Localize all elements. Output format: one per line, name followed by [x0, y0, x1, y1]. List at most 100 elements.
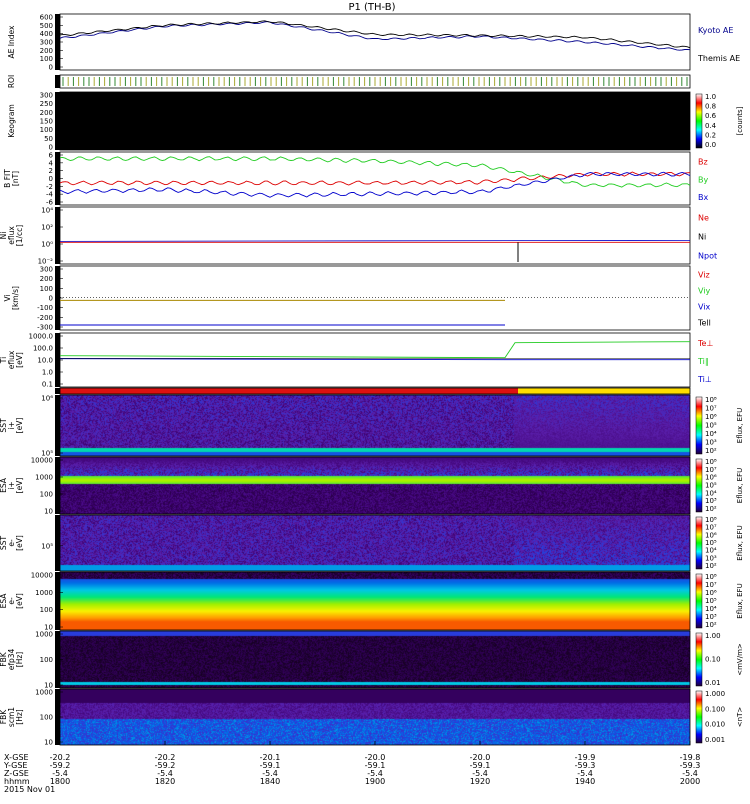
gutter-velocity	[55, 266, 60, 330]
panel-density: Nieflux[1/cc] 10⁴ 10² 10⁰ 10⁻² Ne Ni Npot	[0, 207, 717, 266]
ytick-label: 1000.0	[29, 333, 54, 341]
ytick-label: 10⁻²	[38, 258, 54, 266]
ylabel-fbk_b: FBKscm1[Hz]	[0, 707, 24, 727]
ytick-label: 200	[40, 47, 53, 55]
gutter-density	[55, 207, 60, 264]
colorbar-tick: 0.10	[705, 656, 721, 664]
ytick-label: 100	[40, 606, 53, 614]
panel-esa_e: ESAe-[eV]1000010001001010⁸10⁷10⁶10⁵10⁴10…	[0, 572, 744, 632]
ylabel-bfield: B FIT[nT]	[3, 169, 20, 188]
ytick-label: 6	[49, 152, 54, 160]
summary-plot: P1 (TH-B) AE Index 600 500 400 300 200 100 0 Kyo…	[0, 0, 750, 800]
ytick-label: 200	[40, 275, 53, 283]
ylabel-density: Nieflux[1/cc]	[0, 225, 24, 246]
legend-bx: Bx	[698, 193, 708, 202]
colorbar-esa_e	[695, 573, 703, 629]
legend-by: By	[698, 175, 708, 184]
panel-esa_i: ESAi+[eV]1000010001001010⁸10⁷10⁶10⁵10⁴10…	[0, 457, 744, 516]
series-line-bz	[59, 171, 691, 186]
colorbar-tick: 10³	[705, 497, 717, 505]
spectrogram-esa_e	[60, 572, 690, 630]
panel-velocity: Vi[km/s] 300200 100 0-100 -200 -300 Viz Viy Vix T…	[3, 266, 711, 332]
ytick-label: 300	[40, 266, 53, 274]
ytick-label: 10⁰	[41, 241, 53, 249]
colorbar-label-sst_e: Eflux, EFU	[736, 525, 744, 560]
colorbar-keogram	[695, 93, 703, 149]
ytick-label: 100	[40, 491, 53, 499]
colorbar-tick: 10⁶	[705, 589, 717, 597]
colorbar-tick: 0.2	[705, 131, 716, 139]
ytick-label: 400	[40, 30, 53, 38]
ytick-label: 150	[40, 118, 53, 126]
ytick-label: 50	[44, 135, 53, 143]
ytick-label: -300	[37, 324, 53, 332]
ytick-label: 10	[44, 739, 53, 747]
footer-value: 1900	[365, 777, 385, 786]
ytick-label: 10000	[31, 457, 53, 465]
ytick-label: 1.0	[42, 369, 53, 377]
plot-canvas: P1 (TH-B) AE Index6005004003002001000Kyo…	[0, 2, 744, 794]
colorbar-label-fbk_e: <mV/m>	[736, 643, 744, 676]
footer-value: 1840	[260, 777, 280, 786]
colorbar-tick: 10⁴	[705, 605, 717, 613]
legend-kyoto-ae: Kyoto AE	[698, 26, 733, 35]
gutter-mode	[55, 388, 60, 394]
spectrogram-esa_i	[60, 457, 690, 514]
legend-ti-: Ti∥	[697, 357, 709, 366]
ytick-label: 1000	[35, 689, 53, 697]
gutter-bfield	[55, 152, 60, 205]
panel-fbk_e: FBKefp34[Hz]1000100101.000.100.01<mV/m>	[0, 631, 744, 690]
gutter-ae	[55, 14, 60, 70]
series-group-bfield	[59, 156, 691, 198]
ytick-label: 0	[49, 295, 53, 303]
colorbar-tick: 10⁷	[705, 581, 717, 589]
colorbar-esa_i	[695, 458, 703, 513]
frame-bfield	[59, 151, 691, 206]
gutter-roi	[55, 75, 60, 88]
colorbar-tick: 10³	[705, 613, 717, 621]
colorbar-tick: 10⁴	[705, 489, 717, 497]
gutter-sst_e	[55, 515, 60, 571]
colorbar-tick: 0.6	[705, 112, 717, 120]
colorbar-label-keogram: [counts]	[736, 106, 744, 135]
colorbar-tick: 10²	[705, 505, 717, 513]
series-group-ae	[59, 20, 691, 51]
colorbar-tick: 10²	[705, 447, 717, 455]
frame-velocity	[59, 265, 691, 331]
ytick-label: 200	[40, 109, 53, 117]
gutter-esa_e	[55, 572, 60, 630]
colorbar-tick: 10²	[705, 562, 717, 570]
colorbar-tick: 0.0	[705, 141, 716, 149]
gutter-keogram	[55, 92, 60, 150]
ylabel-esa_i: ESAi+[eV]	[0, 477, 24, 493]
colorbar-tick: 10⁶	[705, 413, 717, 421]
ylabel-velocity: Vi[km/s]	[3, 286, 20, 310]
legend-bz: Bz	[698, 158, 708, 167]
ytick-label: -200	[37, 314, 53, 322]
panel-stack: AE Index6005004003002001000Kyoto AEThemi…	[0, 14, 744, 747]
ytick-label: 10	[44, 508, 53, 516]
colorbar-label-esa_i: Eflux, EFU	[736, 468, 744, 503]
colorbar-label-esa_e: Eflux, EFU	[736, 583, 744, 618]
colorbar-tick: 10⁶	[705, 474, 717, 482]
legend-themis-ae: Themis AE	[697, 54, 740, 63]
ytick-label: 0	[49, 175, 53, 183]
ytick-label: 250	[40, 100, 53, 108]
ytick-label: 300	[40, 92, 53, 100]
ytick-label: 0	[49, 144, 53, 152]
colorbar-tick: 1.000	[705, 690, 725, 698]
panel-keogram: Keogram 300250200150100500 1.0 0.80.6 0.40.2…	[7, 92, 744, 152]
footer-value: 2000	[680, 777, 700, 786]
series-line-by	[59, 156, 691, 188]
colorbar-tick: 10⁸	[705, 573, 717, 581]
colorbar-tick: 0.100	[705, 705, 725, 713]
ytick-label: -6	[46, 199, 54, 207]
spectrogram-sst_e	[60, 515, 690, 571]
spectrogram-fbk_b	[60, 689, 690, 745]
panel-mode	[55, 387, 691, 395]
ylabel-ae: AE Index	[7, 25, 16, 58]
gutter-esa_i	[55, 457, 60, 514]
colorbar-tick: 10⁷	[705, 405, 717, 413]
footer-value: 1920	[470, 777, 490, 786]
legend-tell: Tell	[697, 319, 711, 328]
